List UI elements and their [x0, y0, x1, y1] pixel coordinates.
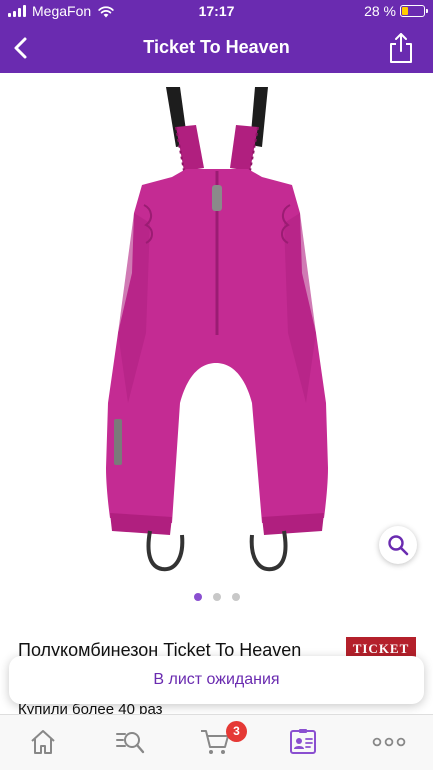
app-header: MegaFon 17:17 28 % Ticket To Heaven	[0, 0, 433, 73]
tab-bar: 3	[0, 714, 433, 770]
status-bar: MegaFon 17:17 28 %	[0, 0, 433, 24]
tab-search[interactable]	[113, 725, 147, 759]
foot-strap-left	[146, 530, 185, 572]
waitlist-button[interactable]: В лист ожидания	[9, 656, 424, 704]
reflective-tag	[114, 419, 122, 465]
strap-right	[230, 87, 268, 172]
home-icon	[31, 730, 55, 754]
strap-left	[166, 87, 204, 172]
pagination-dot[interactable]	[193, 593, 202, 601]
zipper-pull	[212, 185, 222, 211]
gallery-pagination[interactable]	[0, 593, 433, 601]
pagination-dot[interactable]	[212, 593, 221, 601]
status-right: 28 %	[364, 3, 428, 19]
magnifier-icon	[388, 535, 409, 556]
product-image[interactable]	[0, 73, 433, 590]
search-icon	[116, 732, 145, 754]
pagination-dot[interactable]	[231, 593, 240, 601]
tab-home[interactable]	[26, 725, 60, 759]
profile-card-icon	[290, 729, 316, 754]
cart-badge: 3	[226, 721, 247, 742]
tab-more[interactable]	[372, 725, 406, 759]
page-title: Ticket To Heaven	[143, 37, 290, 57]
share-icon[interactable]	[387, 31, 415, 65]
battery-percent: 28 %	[364, 3, 396, 19]
more-icon	[372, 737, 406, 747]
battery-fill	[402, 7, 408, 15]
nav-row: Ticket To Heaven	[0, 24, 433, 73]
foot-strap-right	[249, 530, 288, 572]
zoom-button[interactable]	[379, 526, 417, 564]
tab-profile[interactable]	[286, 725, 320, 759]
back-arrow-icon[interactable]	[6, 32, 38, 64]
battery-icon	[400, 5, 428, 17]
